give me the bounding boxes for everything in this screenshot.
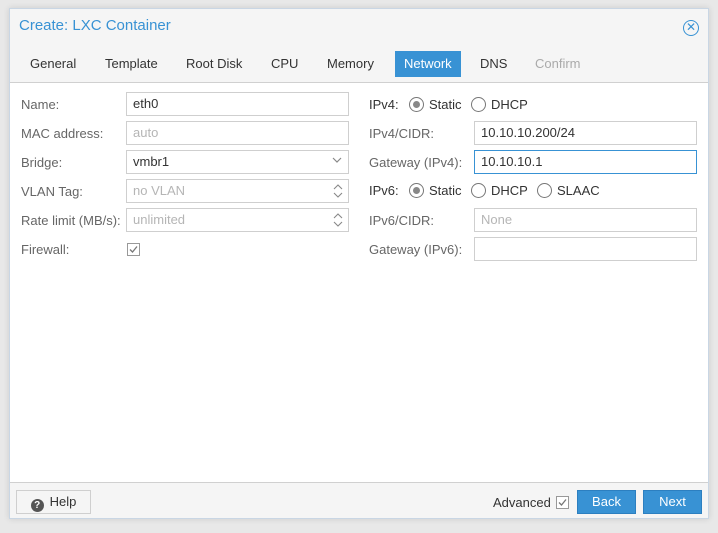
tab-dns[interactable]: DNS <box>471 51 516 77</box>
name-label: Name: <box>21 97 60 112</box>
tab-network[interactable]: Network <box>395 51 461 77</box>
ipv4-label: IPv4: <box>369 97 399 112</box>
ipv4-dhcp-label: DHCP <box>491 97 528 112</box>
tab-cpu[interactable]: CPU <box>262 51 307 77</box>
tab-confirm: Confirm <box>535 56 581 71</box>
back-button[interactable]: Back <box>577 490 636 514</box>
ipv6-slaac-label: SLAAC <box>557 183 600 198</box>
dialog-footer: ? Help Advanced Back Next <box>10 482 708 518</box>
mac-address-input[interactable]: auto <box>126 121 349 145</box>
question-icon: ? <box>30 499 44 512</box>
network-form: Name: eth0 MAC address: auto Bridge: vmb… <box>10 84 708 482</box>
ipv6-static-radio[interactable] <box>409 183 424 198</box>
vlan-tag-placeholder: no VLAN <box>133 183 186 198</box>
ipv4-static-label: Static <box>429 97 462 112</box>
vlan-tag-label: VLAN Tag: <box>21 184 83 199</box>
advanced-checkbox[interactable] <box>556 496 569 509</box>
mac-address-label: MAC address: <box>21 126 104 141</box>
spinner-icon[interactable] <box>333 182 343 200</box>
firewall-label: Firewall: <box>21 242 70 257</box>
dialog-titlebar: Create: LXC Container ✕ <box>10 9 708 46</box>
gateway-ipv6-input[interactable] <box>474 237 697 261</box>
create-lxc-dialog: Create: LXC Container ✕ General Template… <box>9 8 709 519</box>
ipv6-static-label: Static <box>429 183 462 198</box>
gateway-ipv4-input[interactable]: 10.10.10.1 <box>474 150 697 174</box>
dialog-title: Create: LXC Container <box>19 17 171 34</box>
tab-root-disk[interactable]: Root Disk <box>177 51 251 77</box>
chevron-down-icon[interactable] <box>332 151 342 173</box>
ipv4-cidr-label: IPv4/CIDR: <box>369 126 435 141</box>
wizard-tabbar: General Template Root Disk CPU Memory Ne… <box>10 46 708 83</box>
gateway-ipv4-label: Gateway (IPv4): <box>369 155 463 170</box>
help-button[interactable]: ? Help <box>16 490 91 514</box>
ipv4-cidr-input[interactable]: 10.10.10.200/24 <box>474 121 697 145</box>
advanced-label: Advanced <box>493 495 551 510</box>
tab-memory[interactable]: Memory <box>318 51 383 77</box>
ipv4-dhcp-radio[interactable] <box>471 97 486 112</box>
ipv6-slaac-radio[interactable] <box>537 183 552 198</box>
tab-template[interactable]: Template <box>96 51 167 77</box>
rate-limit-input[interactable]: unlimited <box>126 208 349 232</box>
close-icon[interactable]: ✕ <box>683 20 699 36</box>
ipv6-label: IPv6: <box>369 183 399 198</box>
name-input[interactable]: eth0 <box>126 92 349 116</box>
help-button-label: Help <box>49 494 77 509</box>
bridge-select[interactable]: vmbr1 <box>126 150 349 174</box>
tab-general[interactable]: General <box>21 51 85 77</box>
ipv6-cidr-input[interactable]: None <box>474 208 697 232</box>
rate-limit-placeholder: unlimited <box>133 212 186 227</box>
ipv6-cidr-label: IPv6/CIDR: <box>369 213 435 228</box>
gateway-ipv6-label: Gateway (IPv6): <box>369 242 463 257</box>
bridge-label: Bridge: <box>21 155 63 170</box>
ipv6-dhcp-label: DHCP <box>491 183 528 198</box>
ipv6-dhcp-radio[interactable] <box>471 183 486 198</box>
rate-limit-label: Rate limit (MB/s): <box>21 213 121 228</box>
next-button[interactable]: Next <box>643 490 702 514</box>
vlan-tag-input[interactable]: no VLAN <box>126 179 349 203</box>
spinner-icon[interactable] <box>333 211 343 229</box>
ipv4-static-radio[interactable] <box>409 97 424 112</box>
bridge-value: vmbr1 <box>133 154 170 169</box>
firewall-checkbox[interactable] <box>127 243 140 256</box>
